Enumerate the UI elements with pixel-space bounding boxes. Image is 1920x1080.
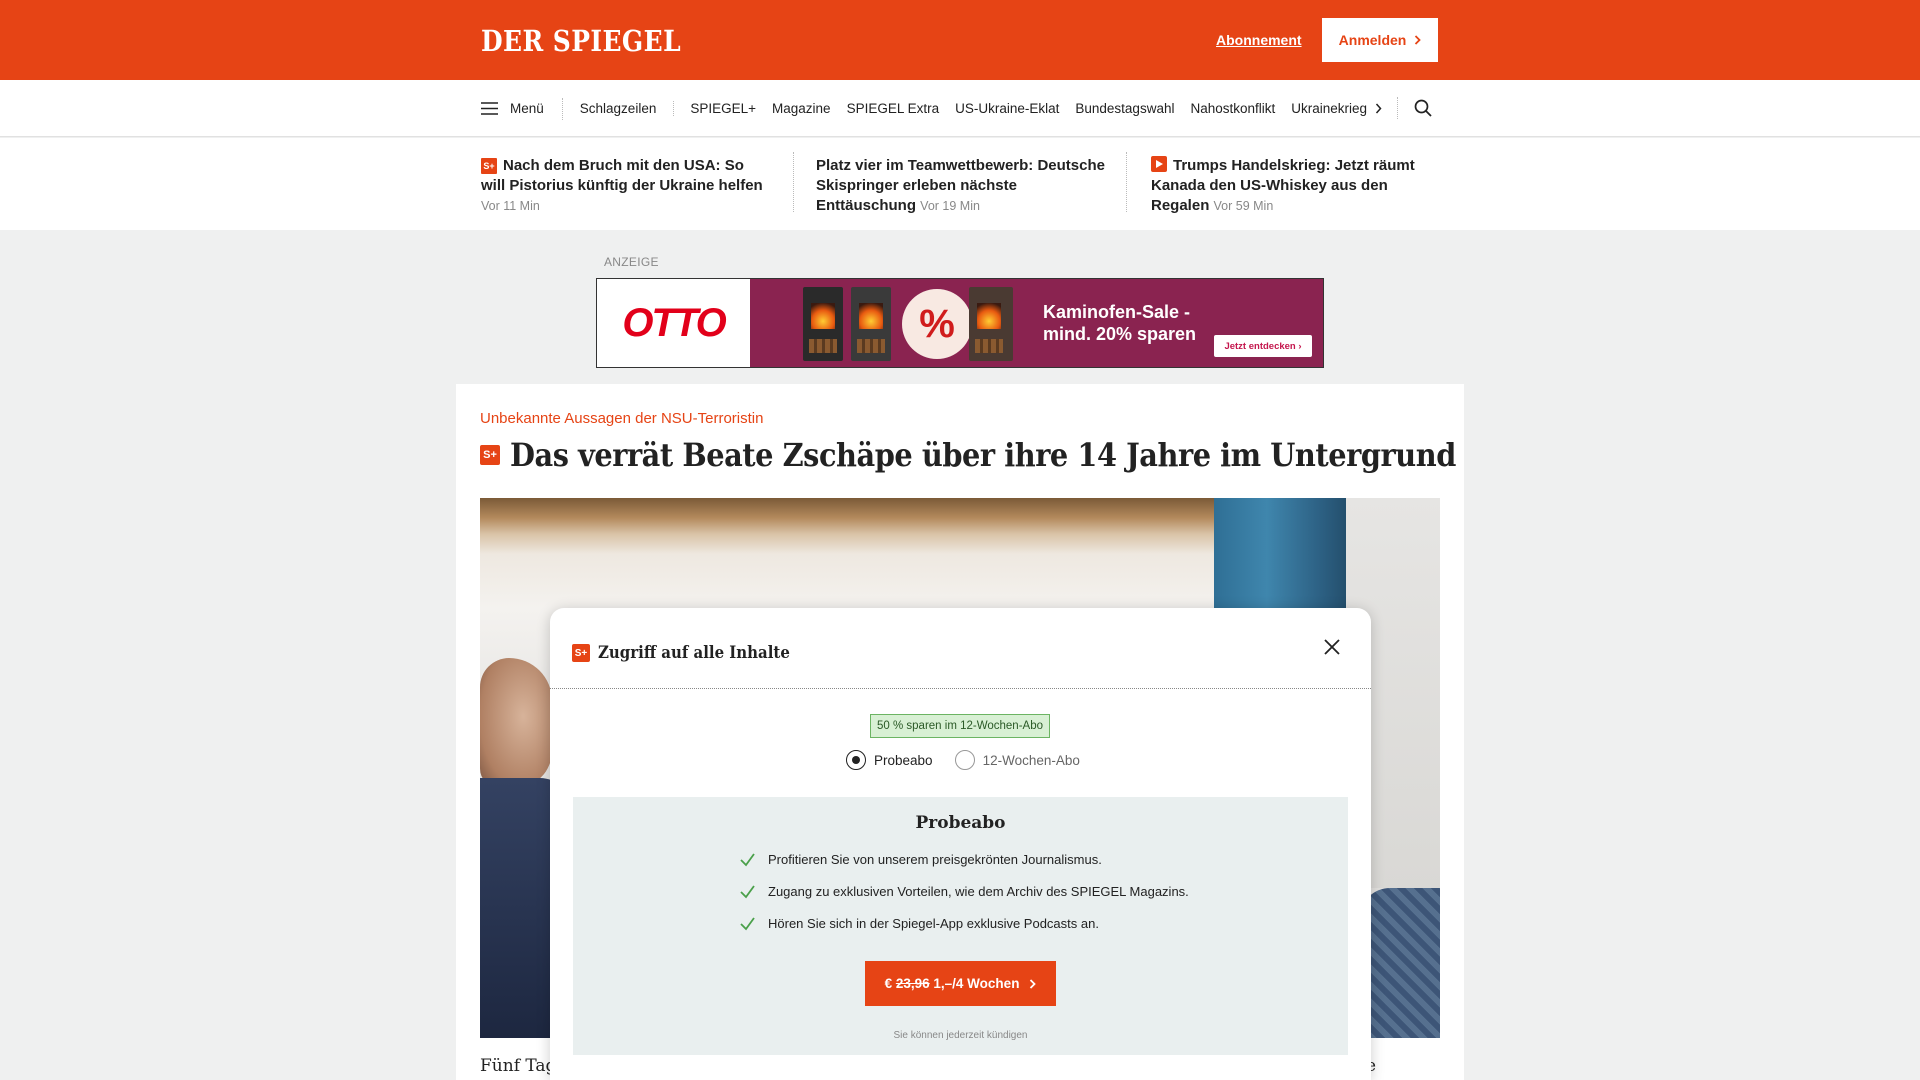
chevron-right-icon xyxy=(1030,978,1037,989)
main-navigation: Menü Schlagzeilen SPIEGEL+ Magazine SPIE… xyxy=(0,80,1920,137)
ad-headline: Kaminofen-Sale - mind. 20% sparen xyxy=(1043,302,1197,344)
article-kicker: Unbekannte Aussagen der NSU-Terroristin xyxy=(480,410,764,427)
savings-badge: 50 % sparen im 12-Wochen-Abo xyxy=(870,714,1050,738)
top-bar: DER SPIEGEL Abonnement Anmelden xyxy=(0,0,1920,80)
login-button-label: Anmelden xyxy=(1338,32,1407,48)
checkmark-icon xyxy=(740,853,755,867)
modal-divider xyxy=(550,688,1371,689)
checkmark-icon xyxy=(740,917,755,931)
nav-item-us-ukraine-eklat[interactable]: US-Ukraine-Eklat xyxy=(947,101,1067,116)
nav-item-schlagzeilen[interactable]: Schlagzeilen xyxy=(563,101,675,116)
old-price: 23,96 xyxy=(895,976,930,991)
offer-box: Probeabo Profitieren Sie von unserem pre… xyxy=(573,797,1348,1055)
close-button[interactable] xyxy=(1320,635,1344,659)
modal-title: Zugriff auf alle Inhalte xyxy=(598,643,790,663)
nav-items: Schlagzeilen SPIEGEL+ Magazine SPIEGEL E… xyxy=(563,98,1375,120)
menu-label: Menü xyxy=(510,101,544,116)
nav-item-spiegel-extra[interactable]: SPIEGEL Extra xyxy=(839,101,948,116)
checkmark-icon xyxy=(740,885,755,899)
close-icon xyxy=(1324,639,1340,655)
nav-item-bundestagswahl[interactable]: Bundestagswahl xyxy=(1067,101,1182,116)
advertisement-banner[interactable]: OTTO % Kaminofen-Sale - mind. 20% sparen… xyxy=(596,278,1324,368)
subscribe-button[interactable]: € 23,96 1,–/4 Wochen xyxy=(865,961,1056,1006)
ad-label: ANZEIGE xyxy=(604,255,659,269)
offer-title: Probeabo xyxy=(915,813,1006,833)
percent-badge: % xyxy=(902,289,972,359)
plan-selector: Probeabo 12-Wochen-Abo xyxy=(846,750,1102,770)
person-head xyxy=(480,658,552,788)
teaser-time: Vor 59 Min xyxy=(1213,199,1274,213)
teaser-divider xyxy=(793,152,794,212)
stove-image xyxy=(851,287,891,361)
chevron-right-icon xyxy=(1415,35,1422,45)
paywall-modal: S+ Zugriff auf alle Inhalte 50 % sparen … xyxy=(550,608,1371,1080)
subscription-link[interactable]: Abonnement xyxy=(1216,32,1302,48)
stove-image xyxy=(803,287,843,361)
plan-option-probeabo[interactable]: Probeabo xyxy=(846,750,933,770)
teaser-time: Vor 11 Min xyxy=(481,199,540,213)
hamburger-icon xyxy=(481,102,498,115)
nav-item-spiegel-plus[interactable]: SPIEGEL+ xyxy=(682,101,764,116)
cta-price: € 23,96 1,–/4 Wochen xyxy=(884,976,1020,991)
feature-item: Zugang zu exklusiven Vorteilen, wie dem … xyxy=(739,883,1189,900)
chevron-right-icon xyxy=(1375,103,1382,113)
radio-selected[interactable] xyxy=(846,750,866,770)
teaser-title: Trumps Handelskrieg: Jetzt räumt Kanada … xyxy=(1151,157,1415,214)
plan-option-label: 12-Wochen-Abo xyxy=(982,752,1080,768)
article-headline: S+ Das verrät Beate Zschäpe über ihre 14… xyxy=(480,436,1561,474)
seat-cushion xyxy=(1360,888,1440,1038)
search-icon xyxy=(1414,99,1432,117)
spiegel-plus-badge: S+ xyxy=(480,445,500,465)
nav-divider xyxy=(1397,97,1398,119)
nav-item-magazine[interactable]: Magazine xyxy=(764,101,839,116)
feature-item: Profitieren Sie von unserem preisgekrönt… xyxy=(739,851,1102,868)
plan-option-label: Probeabo xyxy=(874,752,933,768)
spiegel-plus-badge: S+ xyxy=(481,158,497,174)
login-button[interactable]: Anmelden xyxy=(1322,18,1438,62)
cancel-note: Sie können jederzeit kündigen xyxy=(893,1030,1028,1041)
teaser-time: Vor 19 Min xyxy=(920,199,980,213)
teaser-title: Nach dem Bruch mit den USA: So will Pist… xyxy=(481,157,763,194)
teaser-divider xyxy=(1126,152,1127,212)
plan-option-12-wochen-abo[interactable]: 12-Wochen-Abo xyxy=(954,750,1080,770)
nav-item-nahostkonflikt[interactable]: Nahostkonflikt xyxy=(1182,101,1283,116)
nav-scroll-right-button[interactable] xyxy=(1368,98,1388,118)
article-title: Das verrät Beate Zschäpe über ihre 14 Ja… xyxy=(510,436,1456,474)
article-lead: Fünf Tag xyxy=(480,1056,557,1076)
otto-logo: OTTO xyxy=(597,279,750,367)
video-play-icon xyxy=(1151,156,1167,172)
ad-cta-button[interactable]: Jetzt entdecken › xyxy=(1214,335,1312,357)
teaser-item[interactable]: Trumps Handelskrieg: Jetzt räumt Kanada … xyxy=(1151,156,1441,216)
spiegel-logo[interactable]: DER SPIEGEL xyxy=(481,24,681,58)
feature-item: Hören Sie sich in der Spiegel-App exklus… xyxy=(739,915,1099,932)
menu-button[interactable]: Menü xyxy=(481,97,563,120)
stove-image xyxy=(969,287,1013,361)
nav-item-ukrainekrieg[interactable]: Ukrainekrieg xyxy=(1283,101,1375,116)
headline-teasers: S+ Nach dem Bruch mit den USA: So will Pi… xyxy=(0,138,1920,230)
spiegel-plus-badge: S+ xyxy=(572,644,590,662)
teaser-item[interactable]: Platz vier im Teamwettbewerb: Deutsche S… xyxy=(816,156,1106,216)
radio-unselected[interactable] xyxy=(954,750,975,770)
search-button[interactable] xyxy=(1412,97,1434,119)
modal-header: S+ Zugriff auf alle Inhalte xyxy=(572,643,816,663)
teaser-item[interactable]: S+ Nach dem Bruch mit den USA: So will Pi… xyxy=(481,156,771,216)
